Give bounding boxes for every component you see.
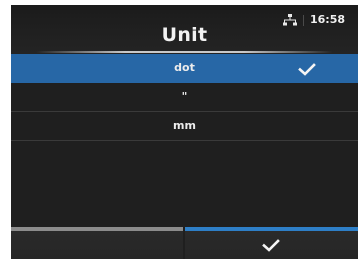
printer-screen: 16:58 Unit dot " mm [11,5,358,259]
list-item-inch[interactable]: " [11,83,358,112]
bottom-bar [11,227,358,259]
page-title: Unit [161,24,208,46]
check-icon [262,239,280,252]
list-item-mm[interactable]: mm [11,112,358,141]
title-underline [36,51,333,53]
check-icon [298,63,316,76]
title-bar: 16:58 Unit [11,5,358,54]
unit-list: dot " mm [11,54,358,141]
list-item-label: mm [173,119,196,132]
ok-button[interactable] [185,227,358,259]
list-item-dot[interactable]: dot [11,54,358,83]
back-button[interactable] [11,227,183,259]
list-item-label: " [181,90,188,103]
